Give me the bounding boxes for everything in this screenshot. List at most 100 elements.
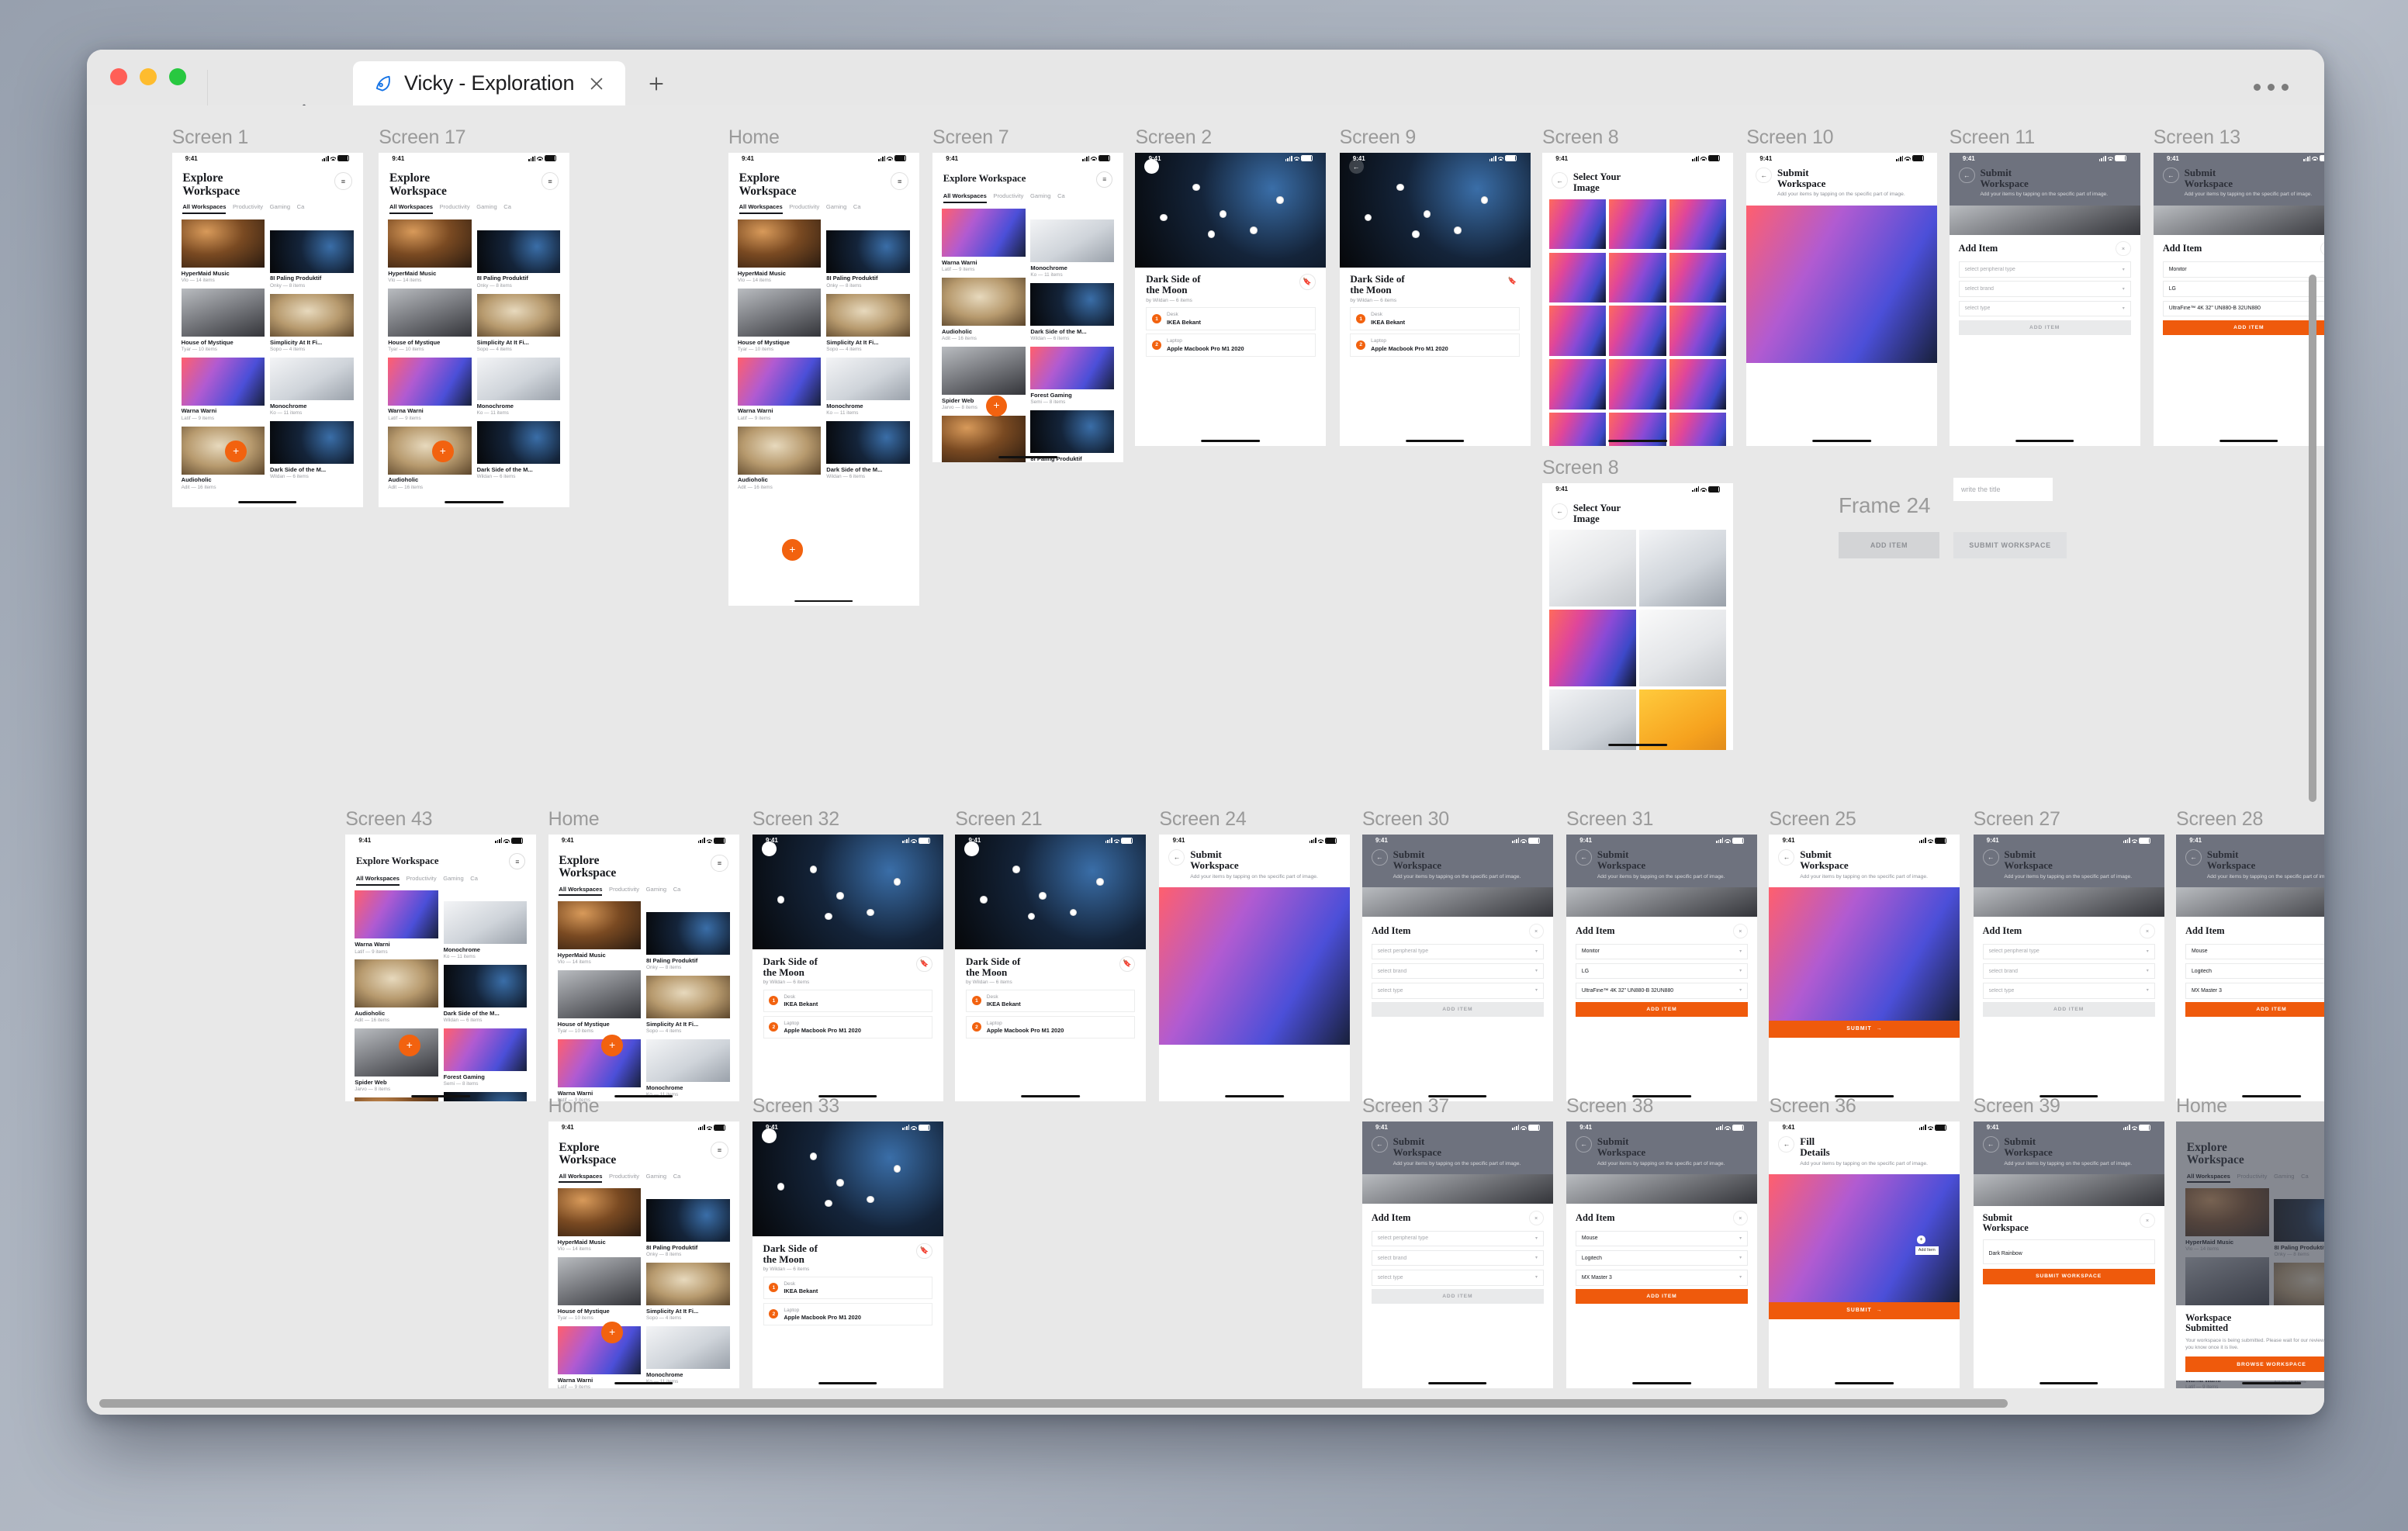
artboard-screen-39[interactable]: 9:41 ← Submit Workspace Add your items by… (1973, 1121, 2164, 1388)
workspace-card[interactable]: House of Mystique Tyar — 10 items (181, 288, 265, 352)
add-item-field[interactable]: Monitor ▾ (1576, 943, 1748, 960)
workspace-card[interactable]: Warna Warni Latif — 9 items (737, 357, 822, 421)
artboard-screen-21[interactable]: 9:41 Dark Side of the Moon 🔖 by Wildan — … (955, 835, 1147, 1101)
image-option[interactable] (1669, 413, 1727, 447)
close-button[interactable]: × (1732, 923, 1748, 938)
hotspot-marker[interactable] (836, 1179, 844, 1187)
add-item-field[interactable]: select type ▾ (1982, 982, 2155, 999)
explore-tab[interactable]: Productivity (789, 203, 819, 214)
detail-item-row[interactable]: 2 Laptop Apple Macbook Pro M1 2020 (763, 1015, 932, 1039)
frame-label[interactable]: Screen 31 (1566, 808, 1653, 831)
workspace-card[interactable]: Simplicity At It Fi... Sopo — 4 items (826, 293, 910, 352)
workspace-photo[interactable] (1361, 887, 1553, 917)
add-workspace-fab[interactable]: + (601, 1322, 623, 1343)
workspace-photo[interactable] (1566, 887, 1757, 917)
workspace-photo[interactable] (1746, 205, 1938, 363)
image-option[interactable] (1669, 199, 1727, 250)
frame-label[interactable]: Screen 30 (1362, 808, 1449, 831)
add-item-field[interactable]: select peripheral type ▾ (1371, 1230, 1544, 1247)
image-option[interactable] (1669, 252, 1727, 303)
explore-tabs[interactable]: All Workspaces Productivity Gaming Ca (548, 1170, 739, 1184)
close-button[interactable] (761, 1128, 777, 1143)
explore-tab[interactable]: Gaming (646, 886, 666, 897)
explore-tab[interactable]: All Workspaces (182, 203, 227, 215)
back-button[interactable]: ← (2162, 167, 2179, 184)
workspace-card[interactable]: Simplicity At It Fi... Sopo — 4 items (476, 293, 561, 352)
workspace-card[interactable]: HyperMaid Music Vlo — 14 items (942, 415, 1026, 462)
image-option[interactable] (1639, 610, 1727, 687)
frame-label[interactable]: Screen 2 (1135, 126, 1212, 149)
detail-hero-image[interactable]: 9:41 (752, 835, 943, 949)
add-item-field[interactable]: select type ▾ (1958, 300, 2131, 317)
explore-tab[interactable]: Gaming (270, 203, 290, 214)
workspace-card[interactable]: House of Mystique Tyar — 10 items (557, 1257, 642, 1321)
browse-workspace-button[interactable]: BROWSE WORKSPACE (2185, 1356, 2324, 1373)
workspace-card[interactable]: Forest Gaming Semi — 8 items (1030, 346, 1114, 405)
add-item-field[interactable]: select brand ▾ (1958, 281, 2131, 298)
artboard-screen-27[interactable]: 9:41 ← Submit Workspace Add your items by… (1973, 835, 2164, 1101)
explore-tab[interactable]: Ca (1057, 192, 1065, 203)
submit-workspace-button[interactable]: SUBMIT WORKSPACE (1982, 1268, 2155, 1284)
hotspot-marker[interactable] (893, 1165, 901, 1173)
workspace-card[interactable]: 8I Paling Produktif Onky — 8 items (270, 230, 354, 289)
artboard-screen-1[interactable]: 9:41 Explore Workspace ≡ All Workspaces Pro… (171, 152, 363, 508)
image-option[interactable] (1609, 252, 1666, 303)
frame-label[interactable]: Screen 43 (345, 808, 432, 831)
explore-tab[interactable]: All Workspaces (559, 886, 603, 897)
artboard-screen-31[interactable]: 9:41 ← Submit Workspace Add your items by… (1566, 835, 1757, 1101)
explore-tab[interactable]: Ca (470, 875, 478, 886)
artboard-screen-13[interactable]: 9:41 ← Submit Workspace Add your items by… (2153, 152, 2324, 447)
add-item-field[interactable]: select type ▾ (1371, 1269, 1544, 1286)
maximize-window-button[interactable] (169, 68, 186, 85)
window-more-menu-button[interactable] (2254, 84, 2289, 91)
image-option[interactable] (1548, 610, 1636, 687)
add-item-field[interactable]: select brand ▾ (1982, 962, 2155, 980)
workspace-card[interactable]: Spider Web Jarvo — 8 items (942, 346, 1026, 410)
explore-tab[interactable]: All Workspaces (389, 203, 434, 215)
frame-label[interactable]: Home (728, 126, 780, 149)
frame-label[interactable]: Screen 17 (379, 126, 465, 149)
hotspot-marker[interactable] (1039, 892, 1047, 900)
back-button[interactable]: ← (1552, 503, 1568, 520)
hotspot-marker[interactable] (809, 1153, 818, 1160)
workspace-card[interactable]: Audioholic Adit — 16 items (942, 278, 1026, 341)
explore-tab[interactable]: All Workspaces (355, 875, 400, 886)
hotspot-marker[interactable] (1423, 210, 1431, 218)
frame-label[interactable]: Screen 7 (932, 126, 1009, 149)
image-option[interactable] (1548, 530, 1636, 607)
frame-label[interactable]: Screen 9 (1340, 126, 1417, 149)
frame-label[interactable]: Screen 32 (752, 808, 839, 831)
artboard-screen-24[interactable]: 9:41 ← Submit Workspace Add your items by… (1159, 835, 1351, 1101)
tab-vicky-exploration[interactable]: Vicky - Exploration (353, 61, 626, 105)
add-workspace-fab[interactable]: + (781, 539, 804, 561)
workspace-card[interactable]: Audioholic Adit — 16 items (737, 426, 822, 490)
new-tab-button[interactable] (635, 62, 678, 105)
detail-item-row[interactable]: 2 Laptop Apple Macbook Pro M1 2020 (1146, 334, 1316, 357)
add-item-field[interactable]: Logitech ▾ (2185, 962, 2324, 980)
hotspot-marker[interactable] (1480, 196, 1489, 204)
artboard-home[interactable]: 9:41 ExploreWorkspace ≡ All Workspaces Pro… (548, 835, 739, 1101)
frame-label[interactable]: Screen 8 (1542, 126, 1619, 149)
workspace-card[interactable]: Dark Side of the M... Wildan — 6 items (443, 965, 528, 1023)
workspace-card[interactable]: Warna Warni Latif — 9 items (557, 1326, 642, 1388)
workspace-card[interactable]: HyperMaid Music Vlo — 14 items (557, 901, 642, 965)
detail-hero-image[interactable]: 9:41 (752, 1121, 943, 1236)
frame-label[interactable]: Screen 24 (1159, 808, 1246, 831)
explore-tabs[interactable]: All Workspaces Productivity Gaming Ca (345, 872, 536, 886)
frame-label[interactable]: Screen 25 (1769, 808, 1856, 831)
explore-tab[interactable]: Ca (673, 886, 681, 897)
frame-label[interactable]: Screen 1 (172, 126, 249, 149)
artboard-screen-32[interactable]: 9:41 Dark Side of the Moon 🔖 by Wildan — … (752, 835, 943, 1101)
hotspot-marker[interactable] (1364, 213, 1372, 222)
workspace-photo[interactable] (2153, 205, 2324, 235)
back-button[interactable]: ← (1958, 167, 1975, 184)
close-button[interactable]: × (1732, 1210, 1748, 1225)
add-item-field[interactable]: MX Master 3 ▾ (2185, 982, 2324, 999)
workspace-card[interactable]: Warna Warni Latif — 9 items (942, 209, 1026, 272)
back-button[interactable]: ← (1756, 167, 1773, 184)
image-option[interactable] (1548, 413, 1607, 447)
explore-tabs[interactable]: All Workspaces Productivity Gaming Ca (379, 201, 569, 216)
close-window-button[interactable] (110, 68, 127, 85)
add-item-button[interactable]: ADD ITEM (1371, 1002, 1544, 1018)
design-canvas[interactable]: Screen 1 9:41 Explore Workspace ≡ All Work… (87, 105, 2324, 1415)
